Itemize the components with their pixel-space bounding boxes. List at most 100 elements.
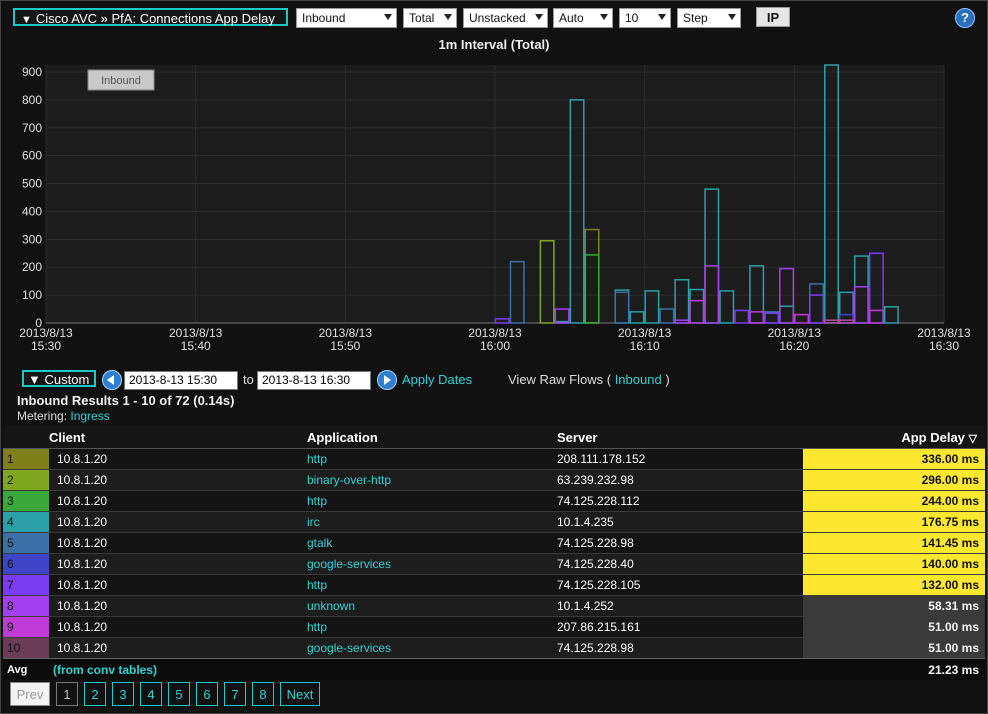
prev-page-button[interactable]: Prev: [10, 682, 50, 706]
next-period-icon[interactable]: [377, 370, 397, 390]
y-tick-label: 400: [22, 204, 42, 218]
application-link[interactable]: http: [307, 490, 557, 512]
x-tick-date: 2013/8/13: [19, 326, 73, 340]
client-cell: 10.8.1.20: [49, 595, 307, 617]
y-tick-label: 700: [22, 121, 42, 135]
server-header[interactable]: Server: [557, 426, 803, 449]
table-row[interactable]: 3 10.8.1.20 http 74.125.228.112 244.00 ms: [3, 490, 985, 512]
topn-select[interactable]: 10: [619, 8, 671, 28]
app-delay-header-label: App Delay: [901, 429, 965, 445]
x-tick-time: 15:50: [330, 339, 360, 353]
app-delay-cell: 132.00 ms: [803, 574, 985, 596]
x-tick-time: 16:20: [779, 339, 809, 353]
range-dropdown[interactable]: ▼ Custom: [22, 370, 96, 387]
server-cell: 10.1.4.235: [557, 511, 803, 533]
next-page-button[interactable]: Next: [280, 682, 320, 706]
apply-dates-link[interactable]: Apply Dates: [402, 372, 472, 387]
end-date-input[interactable]: 2013-8-13 16:30: [257, 371, 371, 390]
page-1-button[interactable]: 1: [56, 682, 78, 706]
server-cell: 208.111.178.152: [557, 448, 803, 470]
client-header[interactable]: Client: [49, 426, 307, 449]
table-row[interactable]: 2 10.8.1.20 binary-over-http 63.239.232.98 2…: [3, 469, 985, 491]
metering: Metering: Ingress: [17, 409, 110, 423]
aggregate-select[interactable]: Total: [403, 8, 457, 28]
page-4-button[interactable]: 4: [140, 682, 162, 706]
page-3-button[interactable]: 3: [112, 682, 134, 706]
raw-flows-prefix: View Raw Flows (: [508, 372, 612, 387]
ip-button[interactable]: IP: [756, 7, 790, 27]
app-delay-header[interactable]: App Delay ▽: [803, 426, 985, 449]
start-date-input[interactable]: 2013-8-13 15:30: [124, 371, 238, 390]
server-cell: 74.125.228.105: [557, 574, 803, 596]
application-link[interactable]: irc: [307, 511, 557, 533]
application-link[interactable]: unknown: [307, 595, 557, 617]
row-rank: 7: [3, 574, 49, 596]
topn-select-value: 10: [625, 11, 639, 25]
app-delay-chart: 0100200300400500600700800900 2013/8/1315…: [19, 64, 971, 353]
direction-select[interactable]: Inbound: [296, 8, 397, 28]
chevron-down-icon: [600, 14, 608, 20]
page-8-button[interactable]: 8: [252, 682, 274, 706]
report-title: Cisco AVC » PfA: Connections App Delay: [35, 11, 275, 26]
table-row[interactable]: 10 10.8.1.20 google-services 74.125.228.98 5…: [3, 637, 985, 659]
client-cell: 10.8.1.20: [49, 616, 307, 638]
x-tick-time: 15:30: [31, 339, 61, 353]
chevron-down-icon: [444, 14, 452, 20]
results-summary: Inbound Results 1 - 10 of 72 (0.14s): [17, 393, 235, 408]
metering-link[interactable]: Ingress: [70, 409, 109, 423]
application-link[interactable]: http: [307, 448, 557, 470]
row-rank: 6: [3, 553, 49, 575]
application-link[interactable]: gtalk: [307, 532, 557, 554]
raw-flows-inbound-link[interactable]: Inbound: [615, 372, 662, 387]
x-axis: 2013/8/1315:302013/8/1315:402013/8/1315:…: [19, 326, 971, 353]
view-raw-flows: View Raw Flows ( Inbound ): [508, 372, 670, 387]
results-table: Client Application Server App Delay ▽ 11…: [3, 426, 985, 680]
table-row[interactable]: 6 10.8.1.20 google-services 74.125.228.40 14…: [3, 553, 985, 575]
x-tick-time: 15:40: [181, 339, 211, 353]
table-row[interactable]: 7 10.8.1.20 http 74.125.228.105 132.00 ms: [3, 574, 985, 596]
help-icon[interactable]: ?: [955, 8, 975, 28]
application-header[interactable]: Application: [307, 426, 557, 449]
chart-legend[interactable]: Inbound: [87, 69, 155, 91]
page-7-button[interactable]: 7: [224, 682, 246, 706]
scale-select[interactable]: Auto: [553, 8, 613, 28]
application-link[interactable]: google-services: [307, 553, 557, 575]
aggregate-select-value: Total: [409, 11, 435, 25]
page-2-button[interactable]: 2: [84, 682, 106, 706]
application-link[interactable]: http: [307, 574, 557, 596]
x-tick-time: 16:30: [929, 339, 959, 353]
sort-desc-icon: ▽: [968, 432, 977, 445]
x-tick-date: 2013/8/13: [169, 326, 223, 340]
triangle-down-icon: ▼: [28, 372, 41, 387]
avg-value: 21.23 ms: [803, 658, 985, 680]
raw-flows-suffix: ): [665, 372, 670, 387]
client-cell: 10.8.1.20: [49, 637, 307, 659]
application-link[interactable]: http: [307, 616, 557, 638]
page-6-button[interactable]: 6: [196, 682, 218, 706]
prev-period-icon[interactable]: [102, 370, 122, 390]
y-tick-label: 100: [22, 288, 42, 302]
y-tick-label: 500: [22, 177, 42, 191]
app-delay-cell: 296.00 ms: [803, 469, 985, 491]
x-tick-date: 2013/8/13: [618, 326, 672, 340]
legend-label: Inbound: [101, 75, 141, 87]
table-row[interactable]: 1 10.8.1.20 http 208.111.178.152 336.00 ms: [3, 448, 985, 470]
stack-select[interactable]: Unstacked: [463, 8, 548, 28]
application-link[interactable]: google-services: [307, 637, 557, 659]
x-tick-time: 16:10: [630, 339, 660, 353]
report-title-dropdown[interactable]: ▼ Cisco AVC » PfA: Connections App Delay: [13, 8, 288, 26]
style-select[interactable]: Step: [677, 8, 741, 28]
app-delay-cell: 141.45 ms: [803, 532, 985, 554]
table-row[interactable]: 4 10.8.1.20 irc 10.1.4.235 176.75 ms: [3, 511, 985, 533]
app-delay-cell: 51.00 ms: [803, 616, 985, 638]
avg-label: Avg: [3, 658, 49, 680]
table-row[interactable]: 8 10.8.1.20 unknown 10.1.4.252 58.31 ms: [3, 595, 985, 617]
x-tick-date: 2013/8/13: [319, 326, 373, 340]
chevron-down-icon: [535, 14, 543, 20]
table-row[interactable]: 9 10.8.1.20 http 207.86.215.161 51.00 ms: [3, 616, 985, 638]
table-row[interactable]: 5 10.8.1.20 gtalk 74.125.228.98 141.45 ms: [3, 532, 985, 554]
server-cell: 63.239.232.98: [557, 469, 803, 491]
application-link[interactable]: binary-over-http: [307, 469, 557, 491]
x-tick-date: 2013/8/13: [468, 326, 522, 340]
page-5-button[interactable]: 5: [168, 682, 190, 706]
